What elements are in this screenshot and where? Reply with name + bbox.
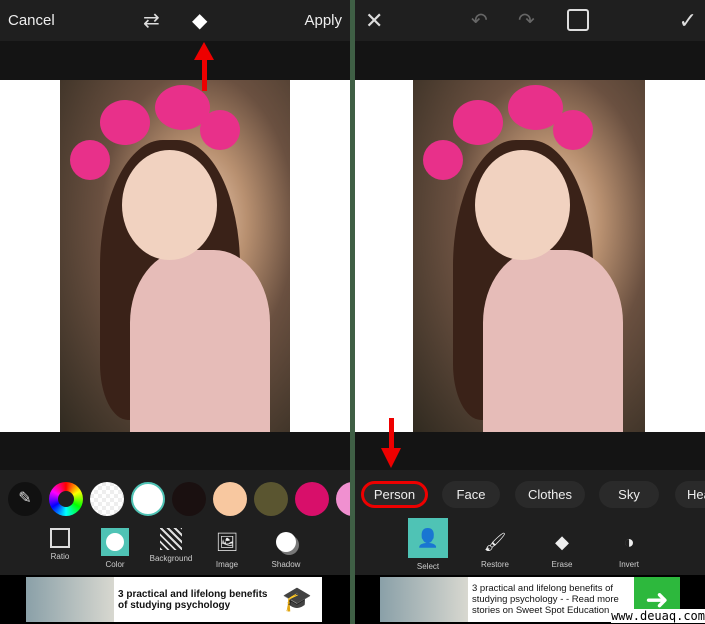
tool-restore[interactable]: 🖌 Restore bbox=[473, 528, 517, 570]
tool-select[interactable]: 👤 Select bbox=[406, 518, 450, 571]
shadow-icon bbox=[272, 528, 300, 556]
chip-sky[interactable]: Sky bbox=[599, 481, 659, 508]
tool-erase[interactable]: ◆ Erase bbox=[540, 528, 584, 570]
tool-image[interactable]: 🖼 Image bbox=[205, 528, 249, 570]
swap-icon[interactable]: ⇄ bbox=[143, 8, 160, 33]
photo bbox=[413, 80, 645, 432]
peach-swatch[interactable] bbox=[213, 482, 247, 516]
transparent-swatch[interactable] bbox=[90, 482, 124, 516]
chip-face[interactable]: Face bbox=[442, 481, 500, 508]
eraser-icon: ◆ bbox=[555, 531, 569, 552]
right-screen: ✕ ↶ ↷ ✓ Person Face Clothes Sky Hea 👤Sel… bbox=[355, 0, 705, 624]
ad-image bbox=[26, 577, 114, 622]
background-icon bbox=[160, 528, 182, 550]
color-wheel-swatch[interactable] bbox=[49, 482, 83, 516]
color-icon bbox=[101, 528, 129, 556]
top-bar: ✕ ↶ ↷ ✓ bbox=[355, 0, 705, 41]
ad-banner[interactable]: 3 practical and lifelong benefits of stu… bbox=[26, 577, 322, 622]
close-icon[interactable]: ✕ bbox=[365, 8, 383, 34]
invert-icon: ◑ bbox=[623, 531, 635, 552]
top-bar: Cancel ⇄ ◆ Apply bbox=[0, 0, 350, 41]
chip-clothes[interactable]: Clothes bbox=[515, 481, 585, 508]
annotation-arrow bbox=[389, 418, 394, 450]
white-swatch[interactable] bbox=[131, 482, 165, 516]
tool-invert[interactable]: ◑ Invert bbox=[607, 528, 651, 570]
tool-shadow[interactable]: Shadow bbox=[264, 528, 308, 569]
tool-ratio[interactable]: Ratio bbox=[38, 528, 82, 561]
apply-button[interactable]: Apply bbox=[304, 12, 342, 29]
compare-icon[interactable] bbox=[567, 9, 589, 31]
eraser-icon[interactable]: ◆ bbox=[192, 8, 207, 33]
chip-head[interactable]: Hea bbox=[675, 481, 705, 508]
image-canvas[interactable] bbox=[0, 80, 350, 432]
image-icon: 🖼 bbox=[215, 531, 239, 552]
cancel-button[interactable]: Cancel bbox=[8, 12, 55, 29]
magenta-swatch[interactable] bbox=[295, 482, 329, 516]
ad-image bbox=[380, 577, 468, 622]
annotation-arrow bbox=[202, 55, 207, 91]
eyedropper-icon[interactable]: ✎ bbox=[8, 482, 42, 516]
chip-person[interactable]: Person bbox=[361, 481, 428, 508]
image-canvas[interactable] bbox=[355, 80, 705, 432]
graduation-cap-icon: 🎓 bbox=[282, 586, 312, 613]
redo-icon[interactable]: ↷ bbox=[518, 8, 535, 33]
select-person-icon: 👤 bbox=[408, 518, 448, 558]
left-screen: Cancel ⇄ ◆ Apply ✎ Ratio Color Backgroun… bbox=[0, 0, 350, 624]
photo bbox=[60, 80, 290, 432]
check-icon[interactable]: ✓ bbox=[679, 8, 697, 34]
olive-swatch[interactable] bbox=[254, 482, 288, 516]
undo-icon[interactable]: ↶ bbox=[471, 8, 488, 33]
brush-icon: 🖌 bbox=[483, 531, 507, 552]
tool-background[interactable]: Background bbox=[149, 528, 193, 563]
watermark: www.deuaq.com bbox=[611, 609, 705, 623]
tool-color[interactable]: Color bbox=[93, 528, 137, 569]
black-swatch[interactable] bbox=[172, 482, 206, 516]
ratio-icon bbox=[50, 528, 70, 548]
